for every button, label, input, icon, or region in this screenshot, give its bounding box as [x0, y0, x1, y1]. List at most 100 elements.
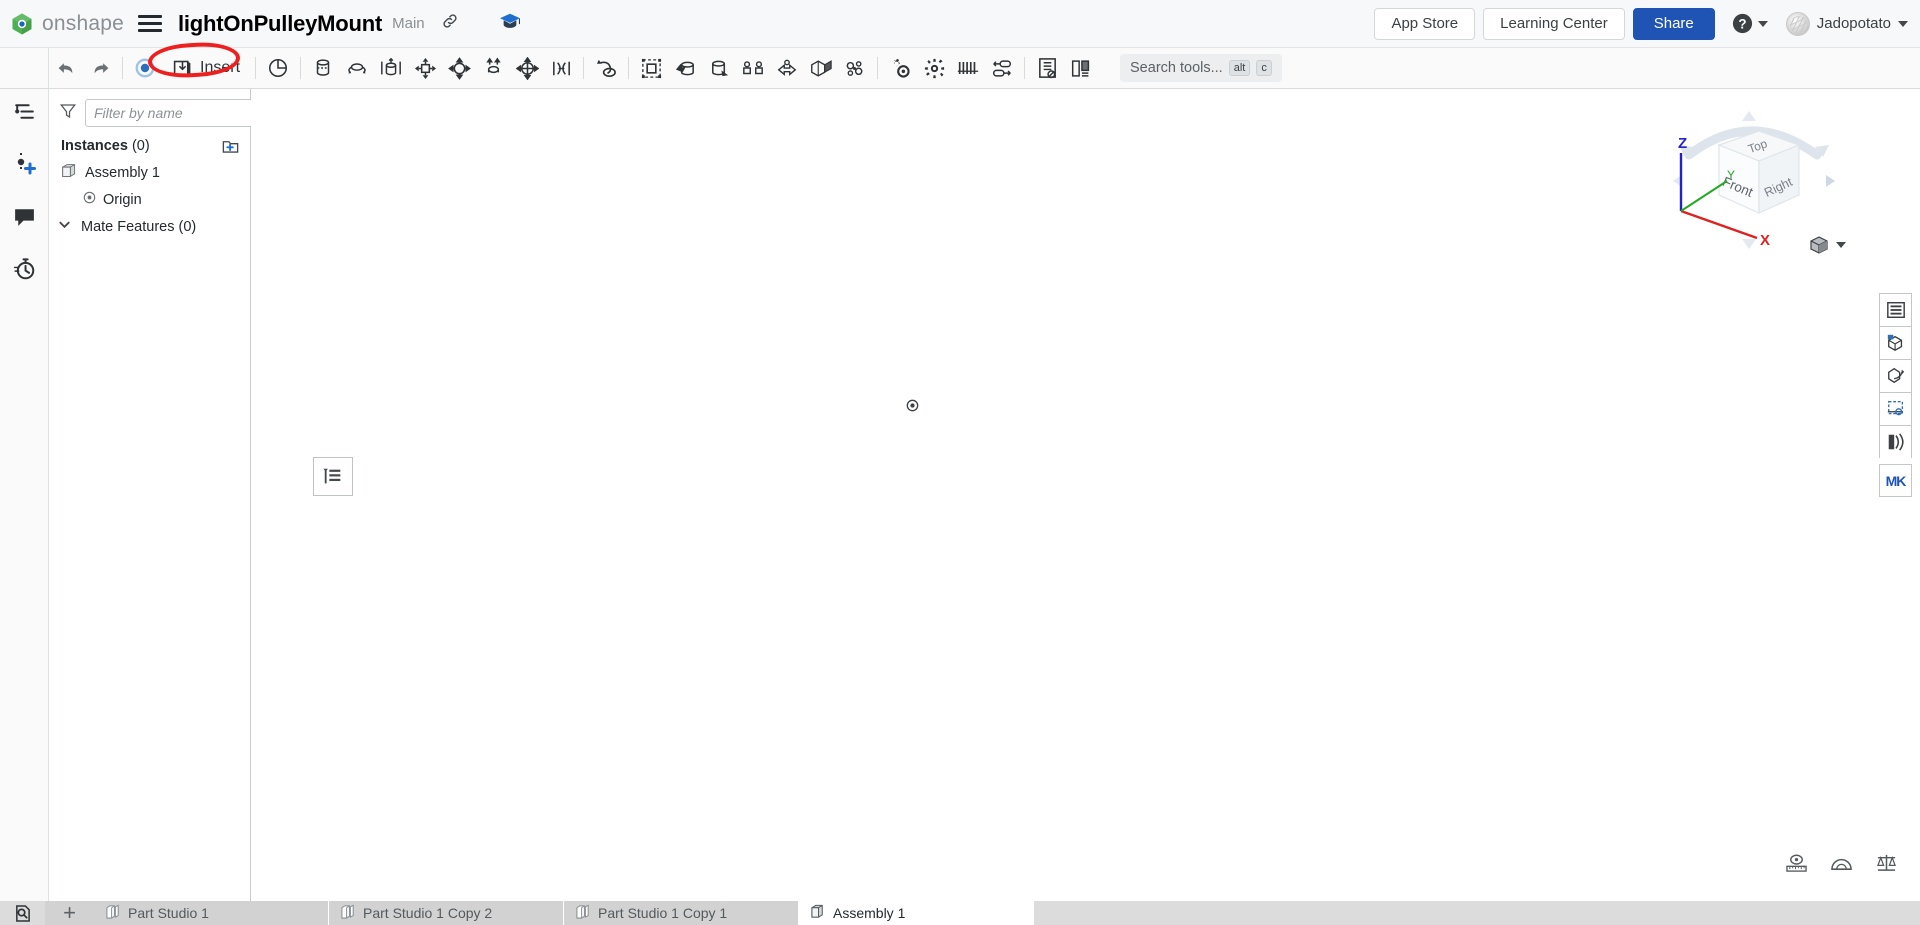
- tab-part-studio-1-copy-1[interactable]: Part Studio 1 Copy 1: [564, 901, 799, 925]
- undo-button[interactable]: [49, 53, 83, 83]
- transform-button[interactable]: [770, 53, 804, 83]
- filter-icon[interactable]: [59, 102, 77, 125]
- assembly-report-button[interactable]: [1030, 53, 1064, 83]
- pattern-button[interactable]: [702, 53, 736, 83]
- planar-mate-button[interactable]: [408, 53, 442, 83]
- mate-button[interactable]: [261, 53, 295, 83]
- mk-badge-button[interactable]: MK: [1879, 464, 1912, 497]
- tree-item-assembly-1[interactable]: Assembly 1: [49, 159, 250, 186]
- document-search-button[interactable]: [0, 901, 45, 925]
- shaded-view-icon: [1810, 236, 1828, 254]
- fastened-mate-button[interactable]: [589, 53, 623, 83]
- assemble-icon: [135, 58, 155, 78]
- linear-pattern-icon: [957, 61, 979, 74]
- configure-icon: [924, 58, 944, 78]
- svg-text:?: ?: [1738, 16, 1746, 31]
- measure-icon: [1786, 854, 1807, 872]
- insert-button[interactable]: Insert: [162, 53, 250, 83]
- view-cube[interactable]: Top Front Right Z X Y: [1667, 103, 1842, 253]
- view-style-dropdown[interactable]: [1808, 235, 1846, 255]
- insert-label: Insert: [200, 59, 241, 76]
- tab-part-studio-1-copy-2[interactable]: Part Studio 1 Copy 2: [329, 901, 564, 925]
- render-button[interactable]: [1879, 425, 1912, 458]
- insert-drawing-button[interactable]: [1064, 53, 1098, 83]
- svg-text:X: X: [1760, 232, 1770, 249]
- sidebar-item-instances[interactable]: [7, 95, 41, 129]
- explode-button[interactable]: [804, 53, 838, 83]
- display-states-icon: [1886, 302, 1905, 318]
- measure-button[interactable]: [1785, 852, 1808, 873]
- revolute-mate-button[interactable]: [306, 53, 340, 83]
- section-view-icon: [1887, 367, 1904, 384]
- pin-slot-mate-button[interactable]: [476, 53, 510, 83]
- group-button[interactable]: [634, 53, 668, 83]
- tangent-mate-button[interactable]: [544, 53, 578, 83]
- chevron-down-icon[interactable]: [57, 217, 72, 236]
- replicate-icon: [675, 61, 694, 75]
- viewport-right-toolbar: MK: [1879, 293, 1912, 497]
- redo-button[interactable]: [83, 53, 117, 83]
- add-tab-button[interactable]: +: [45, 901, 94, 925]
- section-view-button[interactable]: [1879, 359, 1912, 392]
- help-menu[interactable]: ?: [1731, 12, 1768, 35]
- exploded-views-button[interactable]: [1879, 326, 1912, 359]
- onshape-logo-icon: [12, 13, 32, 34]
- slider-mate-button[interactable]: [340, 53, 374, 83]
- assemble-button[interactable]: [128, 53, 162, 83]
- gear-mate-relation-button[interactable]: [838, 53, 872, 83]
- help-circle-icon: ?: [1732, 13, 1752, 34]
- toolbar-divider: [255, 57, 257, 79]
- panel-filter-row: [49, 89, 311, 133]
- search-tools-input[interactable]: Search tools... alt c: [1120, 54, 1282, 82]
- mass-properties-button[interactable]: [1875, 852, 1898, 873]
- document-title[interactable]: lightOnPulleyMount: [178, 11, 382, 37]
- search-kbd-key: c: [1256, 60, 1272, 76]
- instances-count: (0): [131, 138, 150, 154]
- sidebar-item-add-mate-connector[interactable]: [7, 147, 41, 181]
- bill-of-materials-button[interactable]: [985, 53, 1019, 83]
- graphics-viewport[interactable]: Top Front Right Z X Y MK: [251, 89, 1920, 901]
- display-states-button[interactable]: [1879, 293, 1912, 326]
- tab-assembly-1[interactable]: Assembly 1: [799, 901, 1034, 925]
- parallel-mate-icon: [515, 56, 539, 80]
- comments-icon: [14, 208, 34, 226]
- viewport-measure-tools: [1785, 852, 1898, 873]
- sidebar-item-history[interactable]: [7, 251, 41, 285]
- branch-label[interactable]: Main: [392, 15, 425, 32]
- sidebar-item-comments[interactable]: [7, 199, 41, 233]
- tree-item-label: Origin: [103, 191, 142, 208]
- mate-features-text: Mate Features (0): [81, 219, 196, 235]
- mate-connector-icon: [893, 58, 910, 78]
- parallel-mate-button[interactable]: [510, 53, 544, 83]
- angle-button[interactable]: [1830, 852, 1853, 873]
- cylindrical-mate-button[interactable]: [374, 53, 408, 83]
- zoom-to-selection-button[interactable]: [1879, 392, 1912, 425]
- tab-part-studio-1[interactable]: Part Studio 1: [94, 901, 329, 925]
- tree-item-origin[interactable]: Origin: [49, 186, 250, 213]
- app-store-button[interactable]: App Store: [1374, 7, 1476, 40]
- instances-panel: Instances (0) Assembly 1: [49, 89, 311, 901]
- brand-logo[interactable]: onshape: [0, 12, 124, 36]
- instances-header-text: Instances (0): [61, 138, 150, 154]
- insert-icon: [173, 60, 191, 76]
- display-list-button[interactable]: [313, 457, 353, 496]
- user-menu[interactable]: Jadopotato: [1785, 11, 1908, 36]
- origin-point-marker: [906, 399, 919, 412]
- learning-center-button[interactable]: Learning Center: [1483, 7, 1625, 40]
- zoom-to-selection-icon: [1887, 401, 1903, 416]
- ball-mate-button[interactable]: [442, 53, 476, 83]
- replicate-button[interactable]: [668, 53, 702, 83]
- main-menu-button[interactable]: [137, 15, 162, 32]
- add-folder-icon[interactable]: [221, 137, 240, 156]
- linear-pattern-button[interactable]: [951, 53, 985, 83]
- configure-button[interactable]: [917, 53, 951, 83]
- slider-mate-icon: [348, 63, 366, 74]
- tree-item-mate-features[interactable]: Mate Features (0): [49, 213, 250, 240]
- graduation-cap-icon[interactable]: [499, 11, 521, 36]
- link-icon[interactable]: [441, 12, 459, 35]
- fastened-mate-icon: [596, 59, 616, 77]
- mirror-button[interactable]: [736, 53, 770, 83]
- mate-connector-button[interactable]: [883, 53, 917, 83]
- share-button[interactable]: Share: [1632, 7, 1715, 40]
- chevron-down-icon: [1898, 20, 1908, 27]
